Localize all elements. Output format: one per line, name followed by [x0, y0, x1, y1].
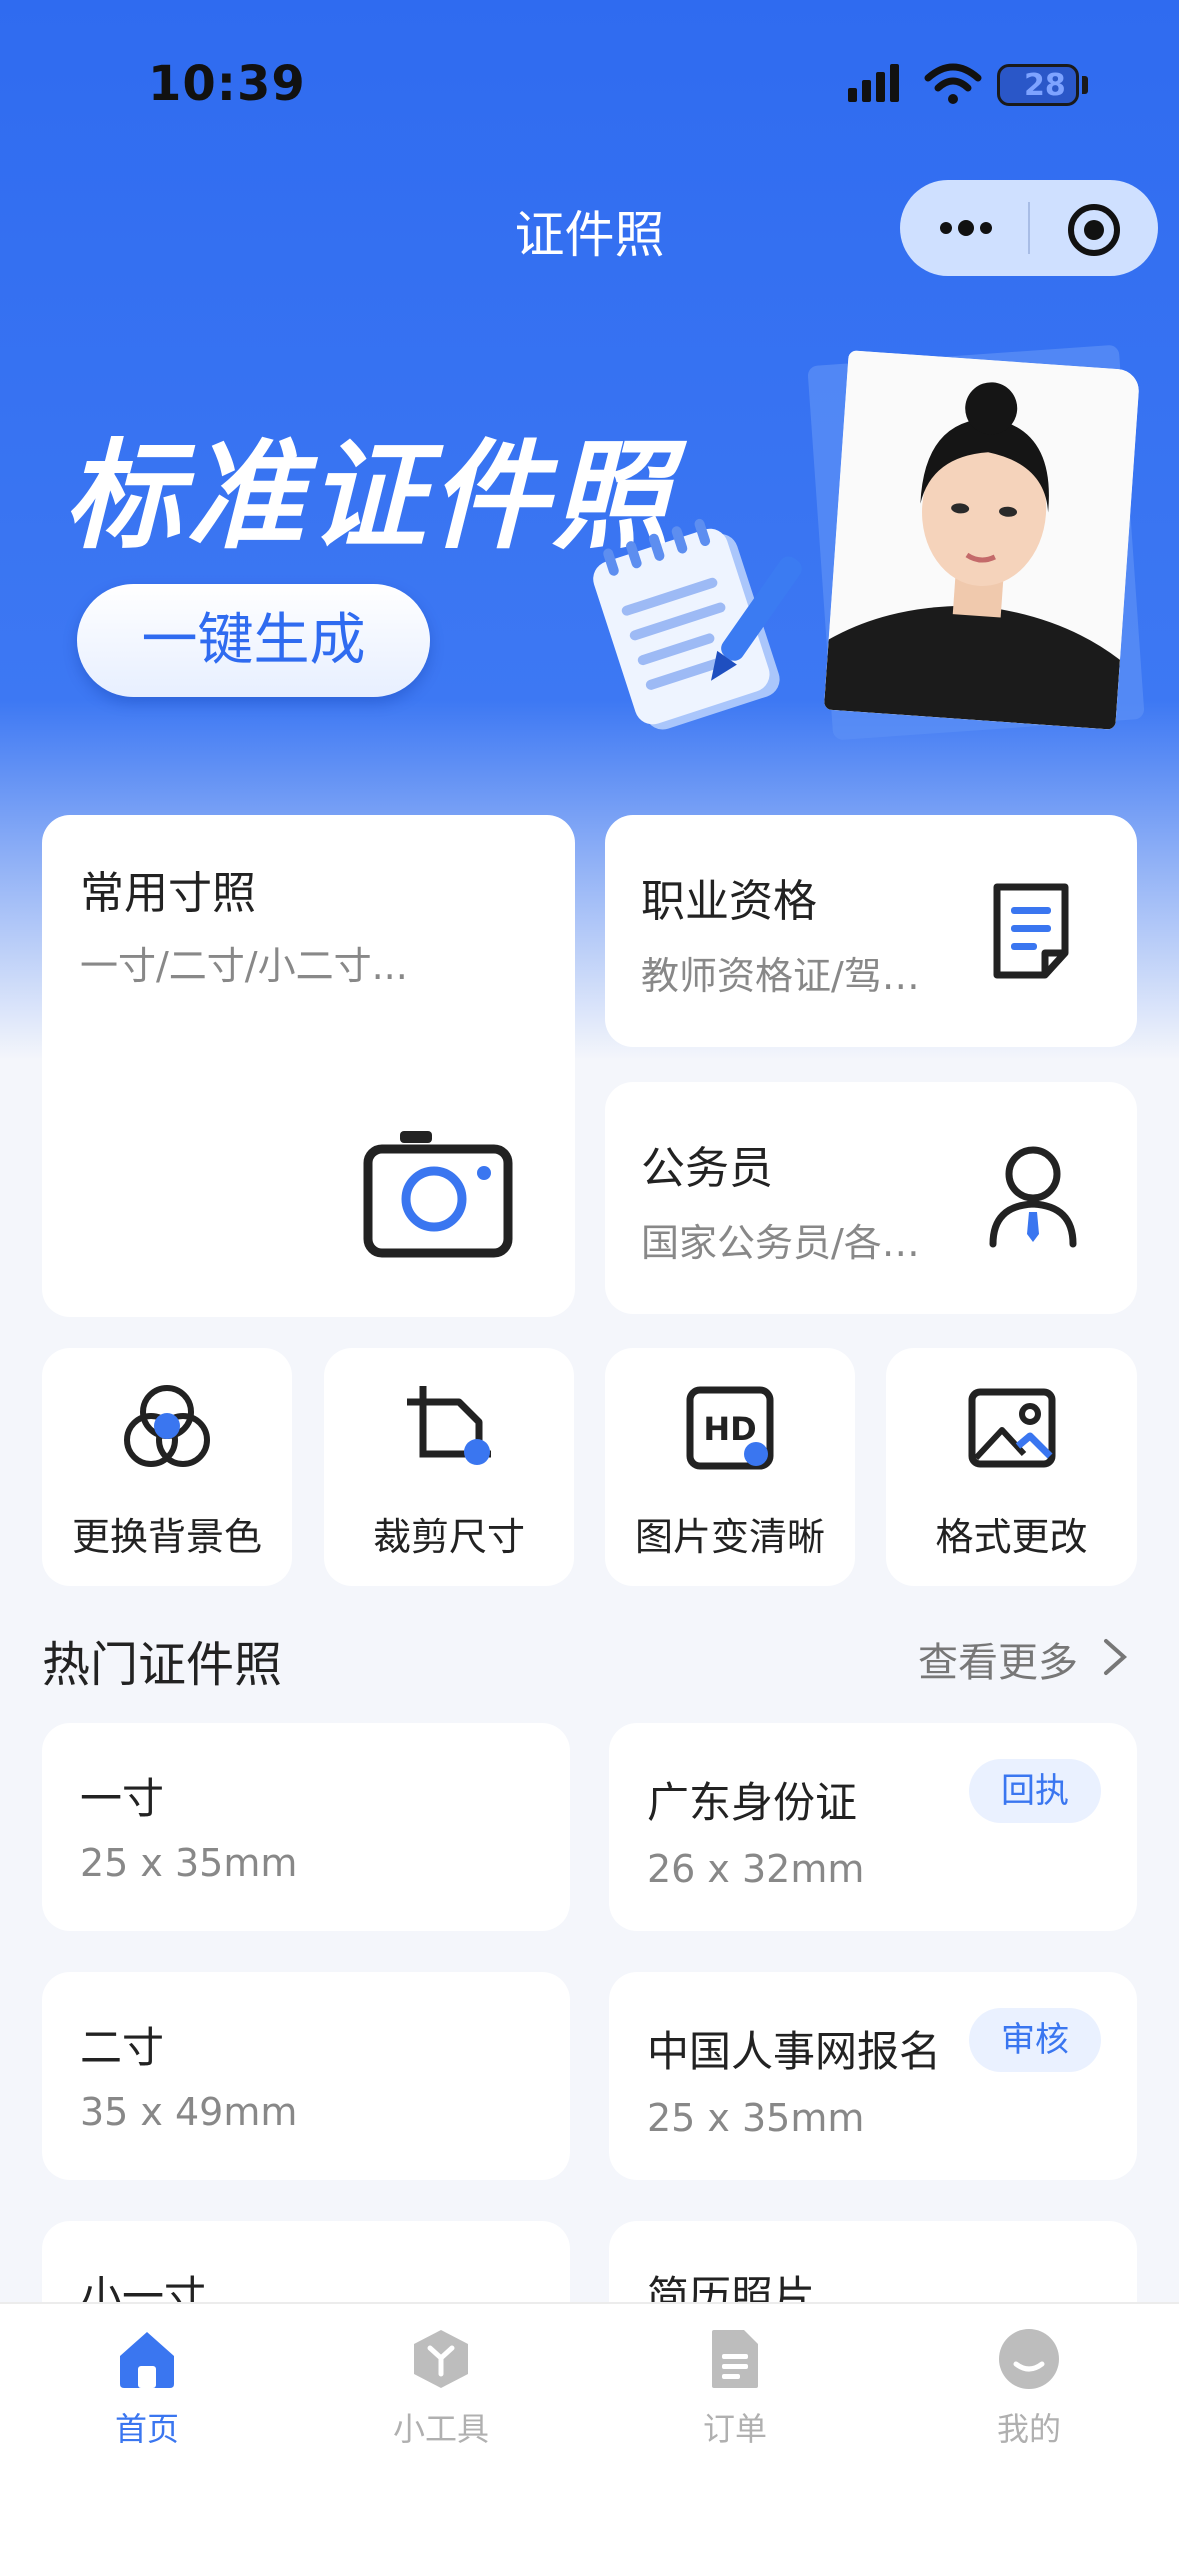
tool-label: 裁剪尺寸 [372, 1515, 525, 1559]
hot-item-name: 中国人事网报名 [647, 2027, 942, 2076]
card-professional-subtitle: 教师资格证/驾… [641, 954, 920, 998]
color-circles-icon [124, 1385, 210, 1467]
battery-nub [1082, 76, 1088, 94]
tool-label: 格式更改 [935, 1515, 1088, 1559]
status-time: 10:39 [148, 56, 306, 112]
tab-label: 订单 [702, 2410, 767, 2448]
certificate-document-icon [993, 883, 1069, 979]
generate-button[interactable]: 一键生成 [77, 584, 430, 697]
card-common-subtitle: 一寸/二寸/小二寸... [80, 944, 408, 988]
tool-label: 图片变清晰 [634, 1515, 825, 1559]
hot-item-size: 25 x 35mm [80, 1841, 298, 1885]
tab-profile[interactable]: 我的 [882, 2304, 1176, 2454]
sample-portrait-photo [823, 350, 1141, 730]
tool-format-change[interactable]: 格式更改 [886, 1348, 1137, 1586]
profile-icon [999, 2329, 1059, 2389]
hot-item-name: 二寸 [80, 2023, 165, 2072]
hot-item-two-inch[interactable]: 二寸 35 x 49mm [42, 1972, 570, 2180]
hot-item-size: 35 x 49mm [80, 2090, 298, 2134]
card-common-sizes[interactable]: 常用寸照 一寸/二寸/小二寸... [42, 815, 575, 1317]
tab-label: 小工具 [392, 2410, 489, 2448]
tab-tools[interactable]: 小工具 [294, 2304, 588, 2454]
hot-item-one-inch[interactable]: 一寸 25 x 35mm [42, 1723, 570, 1931]
battery-level: 28 [1024, 68, 1066, 103]
card-civil-title: 公务员 [641, 1143, 773, 1194]
hot-item-size: 25 x 35mm [647, 2096, 865, 2140]
hot-section-title: 热门证件照 [42, 1637, 283, 1693]
tool-enhance-clarity[interactable]: HD 图片变清晰 [605, 1348, 855, 1586]
image-format-icon [968, 1388, 1055, 1468]
portrait-illustration [823, 350, 1141, 730]
card-civil-subtitle: 国家公务员/各… [641, 1221, 920, 1265]
svg-text:HD: HD [703, 1410, 756, 1448]
cellular-signal-icon [848, 64, 899, 102]
card-common-title: 常用寸照 [80, 868, 256, 919]
camera-icon [363, 1131, 513, 1258]
close-target-icon[interactable] [1066, 202, 1122, 258]
toolbox-icon [414, 2330, 468, 2388]
status-bar: 10:39 28 [0, 0, 1179, 150]
more-dots-icon[interactable] [934, 206, 998, 250]
wifi-icon [924, 63, 982, 104]
person-tie-icon [989, 1146, 1077, 1248]
capsule-divider [1028, 202, 1030, 254]
chevron-right-icon[interactable] [1100, 1635, 1130, 1679]
view-more-link[interactable]: 查看更多 [918, 1630, 1078, 1688]
mini-program-capsule [900, 180, 1158, 276]
document-icon [712, 2330, 758, 2388]
card-professional[interactable]: 职业资格 教师资格证/驾… [605, 815, 1137, 1047]
hot-item-personnel-exam[interactable]: 中国人事网报名 25 x 35mm 审核 [609, 1972, 1137, 2180]
tool-crop-size[interactable]: 裁剪尺寸 [324, 1348, 574, 1586]
tab-home[interactable]: 首页 [0, 2304, 294, 2454]
crop-icon [407, 1386, 491, 1465]
tool-change-background[interactable]: 更换背景色 [42, 1348, 292, 1586]
notepad-illustration-icon [593, 518, 802, 730]
home-icon [120, 2332, 174, 2388]
hd-icon: HD [686, 1386, 774, 1470]
tab-orders[interactable]: 订单 [588, 2304, 882, 2454]
bottom-tab-bar: 首页 小工具 订单 我的 [0, 2302, 1179, 2556]
tool-label: 更换背景色 [71, 1515, 262, 1559]
tab-label: 首页 [114, 2410, 179, 2448]
receipt-badge: 回执 [969, 1759, 1101, 1823]
battery-icon: 28 [997, 64, 1079, 106]
hot-item-size: 26 x 32mm [647, 1847, 865, 1891]
card-civil-servant[interactable]: 公务员 国家公务员/各… [605, 1082, 1137, 1314]
hot-item-name: 一寸 [80, 1774, 165, 1823]
card-professional-title: 职业资格 [641, 876, 817, 927]
hot-item-name: 广东身份证 [647, 1778, 858, 1827]
tab-label: 我的 [996, 2410, 1061, 2448]
hot-item-guangdong-id[interactable]: 广东身份证 26 x 32mm 回执 [609, 1723, 1137, 1931]
review-badge: 审核 [969, 2008, 1101, 2072]
